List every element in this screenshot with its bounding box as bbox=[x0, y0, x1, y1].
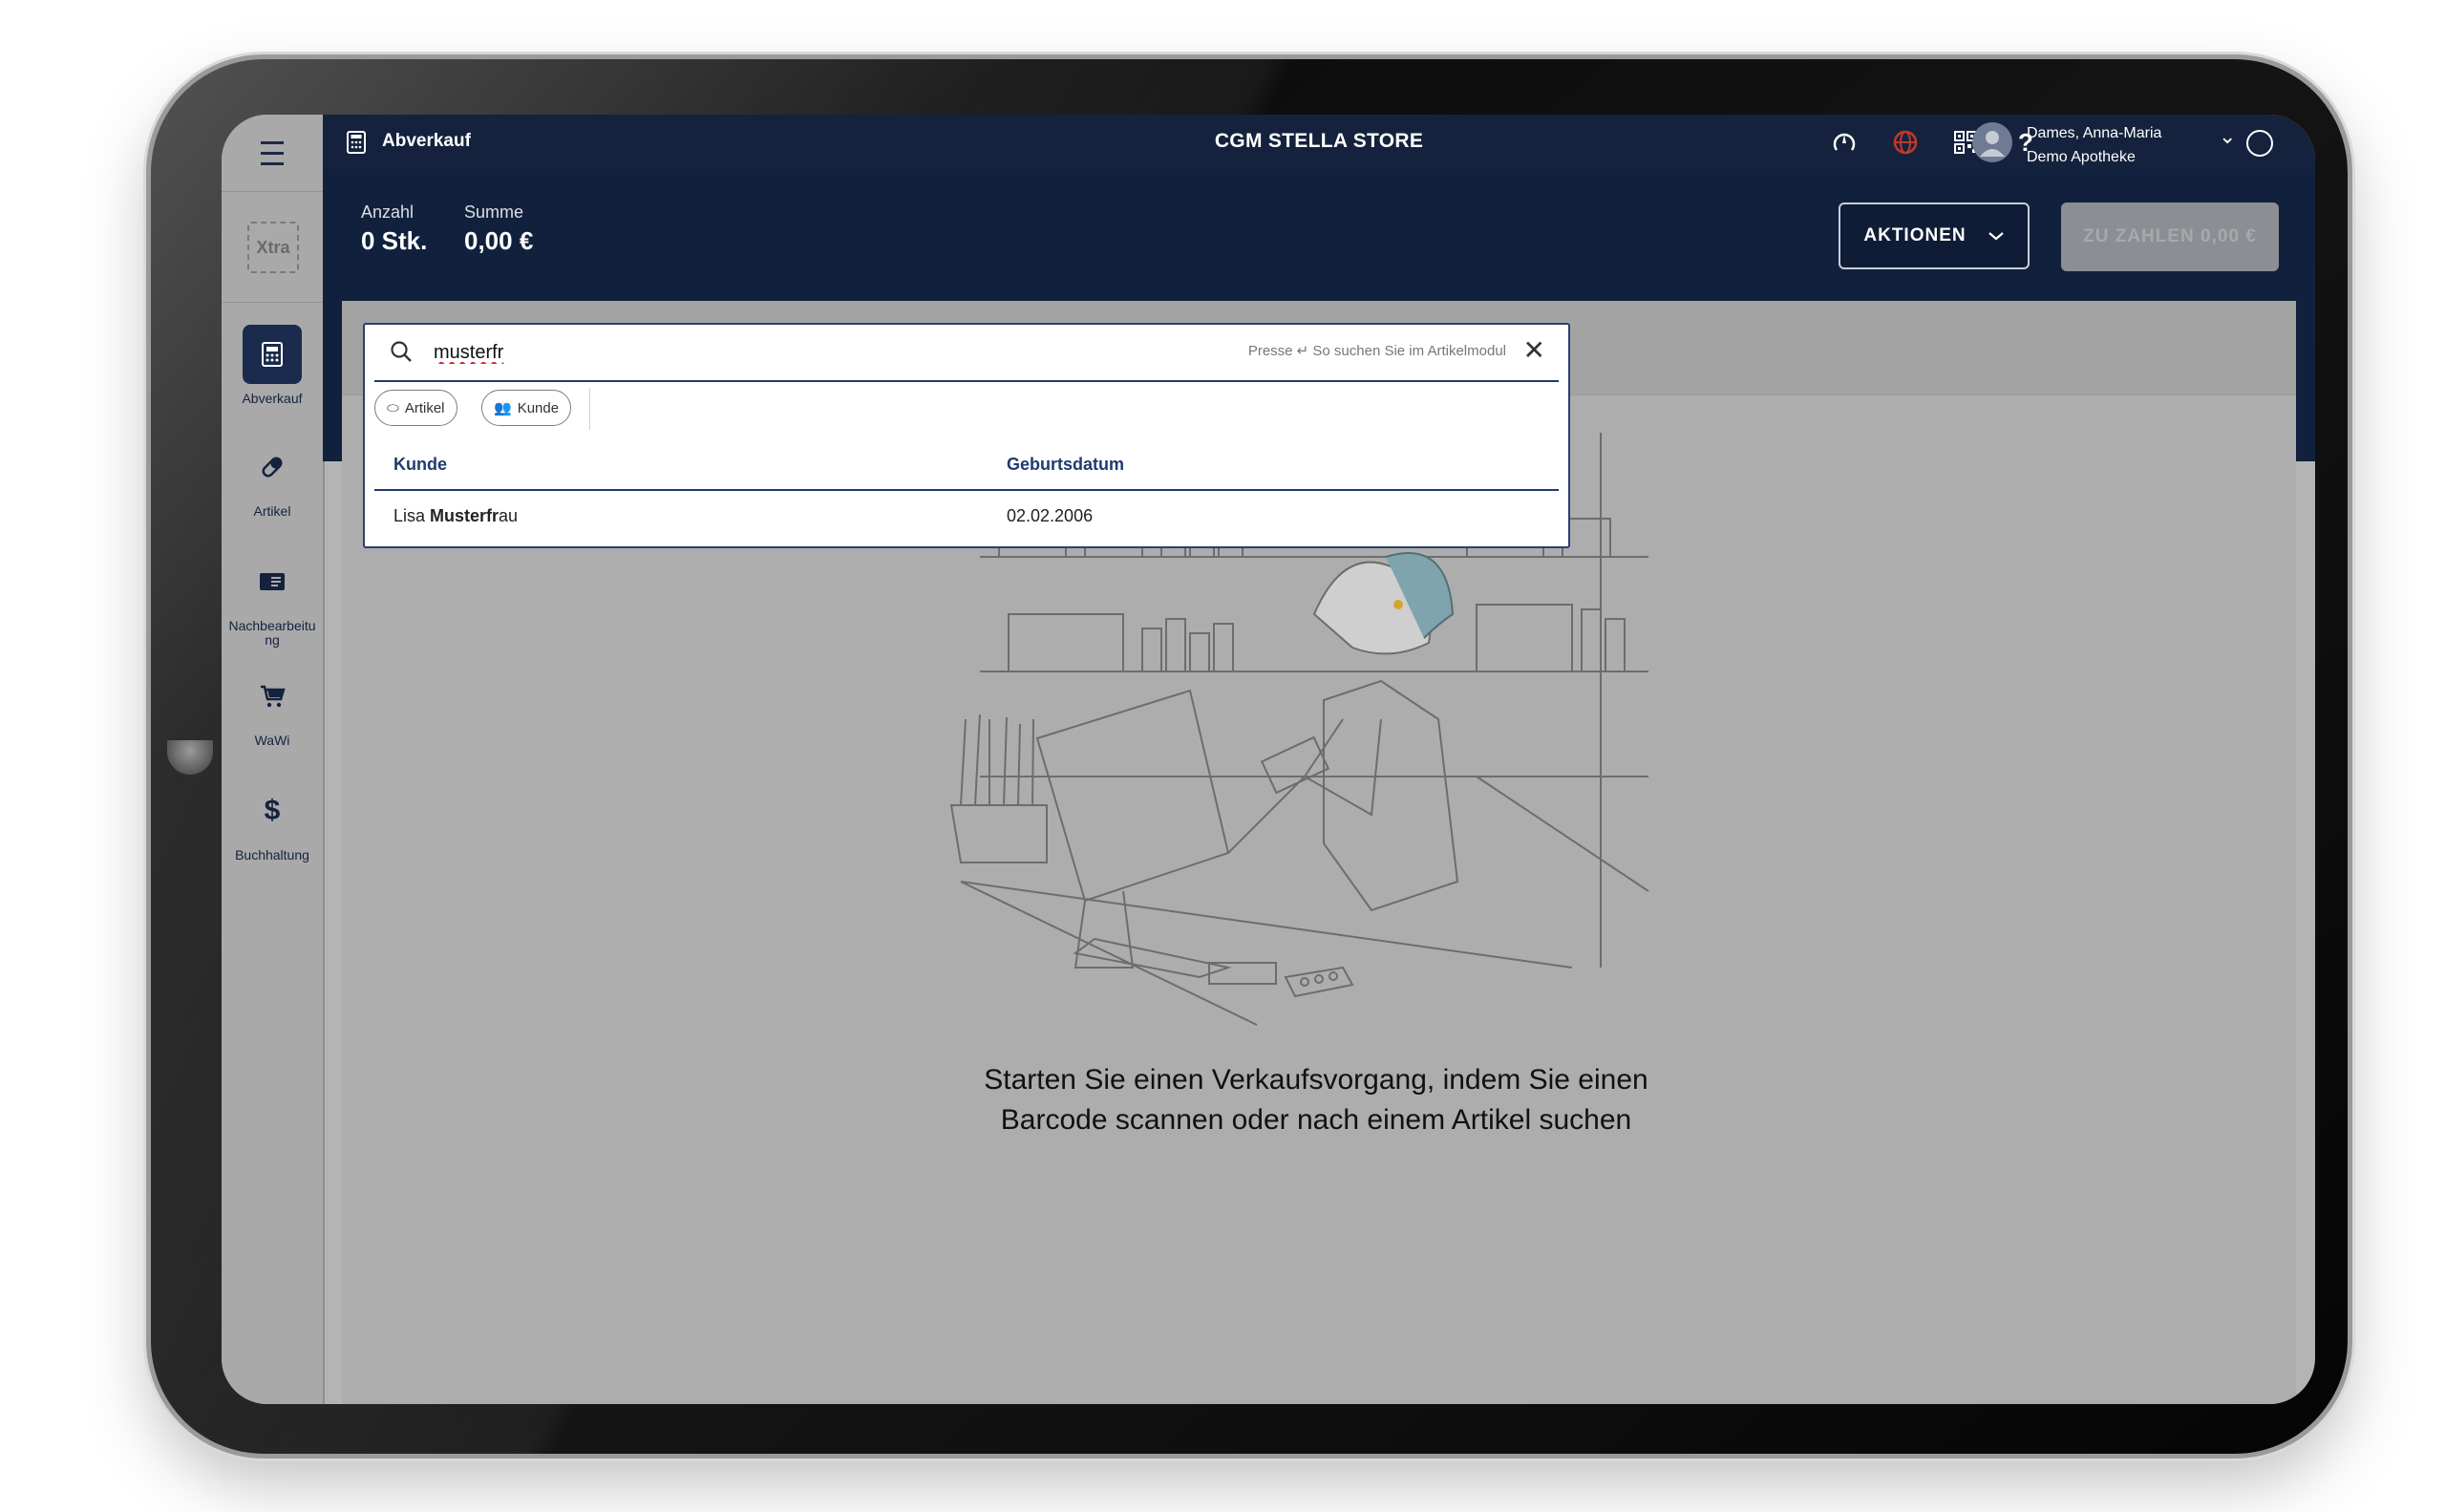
pill-icon: ⬭ bbox=[387, 399, 399, 416]
users-icon: 👥 bbox=[494, 400, 512, 416]
pay-button[interactable]: ZU ZAHLEN 0,00 € bbox=[2061, 202, 2279, 271]
app-screen: Xtra Abverkauf Artikel Nachbearbeitu ng bbox=[222, 115, 2315, 1404]
count-value: 0 Stk. bbox=[361, 226, 428, 255]
close-icon[interactable]: ✕ bbox=[1523, 336, 1545, 365]
module-title: Abverkauf bbox=[382, 131, 471, 151]
filter-chip-artikel[interactable]: ⬭ Artikel bbox=[374, 390, 457, 426]
sidebar-divider bbox=[222, 302, 323, 303]
sidebar-item-label: Buchhaltung bbox=[235, 847, 309, 862]
search-popup: Presse ↵ So suchen Sie im Artikelmodul ✕… bbox=[363, 323, 1570, 548]
pill-icon bbox=[243, 437, 302, 497]
search-icon bbox=[391, 341, 412, 362]
cash-register-icon bbox=[347, 131, 366, 154]
avatar[interactable] bbox=[1972, 122, 2012, 162]
search-hint: Presse ↵ So suchen Sie im Artikelmodul bbox=[1247, 343, 1506, 359]
sale-header: Anzahl 0 Stk. Summe 0,00 € AKTIONEN ZU Z… bbox=[323, 170, 2315, 461]
chevron-down-icon[interactable]: ⌄ bbox=[2219, 124, 2236, 149]
sidebar-item-label: Nachbearbeitu ng bbox=[228, 618, 316, 648]
sidebar-item-nachbearbeitung[interactable]: Nachbearbeitu ng bbox=[222, 552, 323, 648]
filter-chip-kunde[interactable]: 👥 Kunde bbox=[481, 390, 572, 426]
globe-icon[interactable] bbox=[1889, 126, 1922, 159]
customer-name: Lisa Musterfrau bbox=[393, 506, 519, 525]
search-input[interactable] bbox=[432, 336, 1104, 369]
menu-button[interactable] bbox=[222, 115, 323, 192]
sidebar-item-label: Artikel bbox=[253, 503, 291, 519]
table-row[interactable]: Lisa Musterfrau 02.02.2006 bbox=[374, 491, 1559, 544]
postprocessing-icon bbox=[243, 552, 302, 611]
top-bar: Abverkauf CGM STELLA STORE ? Dames, Anna… bbox=[323, 115, 2315, 170]
sidebar-item-label: WaWi bbox=[254, 733, 290, 748]
column-header-kunde: Kunde bbox=[393, 455, 447, 474]
count-stat: Anzahl 0 Stk. bbox=[361, 202, 427, 256]
user-name: Dames, Anna-Maria bbox=[2027, 125, 2162, 141]
sidebar-item-label: Abverkauf bbox=[242, 391, 303, 406]
xtra-logo: Xtra bbox=[247, 222, 299, 273]
circle-icon[interactable] bbox=[2246, 130, 2273, 157]
chip-label: Artikel bbox=[404, 399, 445, 416]
customer-birthdate: 02.02.2006 bbox=[1007, 506, 1094, 525]
dollar-icon: $ bbox=[264, 795, 281, 826]
user-pharmacy: Demo Apotheke bbox=[2027, 149, 2136, 165]
actions-button[interactable]: AKTIONEN bbox=[1839, 202, 2030, 269]
chevron-down-icon bbox=[1988, 232, 2004, 241]
sidebar-item-wawi[interactable]: WaWi bbox=[222, 667, 323, 748]
results-header: Kunde Geburtsdatum bbox=[374, 439, 1559, 491]
sum-value: 0,00 € bbox=[464, 226, 534, 255]
cart-icon bbox=[243, 667, 302, 726]
count-label: Anzahl bbox=[361, 202, 415, 222]
chip-label: Kunde bbox=[517, 399, 560, 416]
sidebar-item-artikel[interactable]: Artikel bbox=[222, 437, 323, 519]
column-header-geburtsdatum: Geburtsdatum bbox=[1007, 455, 1125, 474]
chip-divider bbox=[589, 388, 590, 430]
actions-label: AKTIONEN bbox=[1863, 225, 1967, 245]
empty-state-message: Starten Sie einen Verkaufsvorgang, indem… bbox=[984, 1064, 1648, 1136]
sum-stat: Summe 0,00 € bbox=[464, 202, 533, 256]
cash-register-icon bbox=[243, 325, 302, 384]
status-indicator-icon[interactable] bbox=[1828, 126, 1860, 159]
search-bar: Presse ↵ So suchen Sie im Artikelmodul ✕ bbox=[374, 325, 1559, 382]
sidebar-item-buchhaltung[interactable]: $ Buchhaltung bbox=[222, 781, 323, 862]
sidebar: Xtra Abverkauf Artikel Nachbearbeitu ng bbox=[222, 115, 325, 1404]
user-info[interactable]: Dames, Anna-Maria Demo Apotheke bbox=[2027, 121, 2161, 169]
sidebar-item-abverkauf[interactable]: Abverkauf bbox=[222, 325, 323, 406]
hamburger-icon bbox=[261, 138, 284, 169]
sum-label: Summe bbox=[464, 202, 524, 222]
